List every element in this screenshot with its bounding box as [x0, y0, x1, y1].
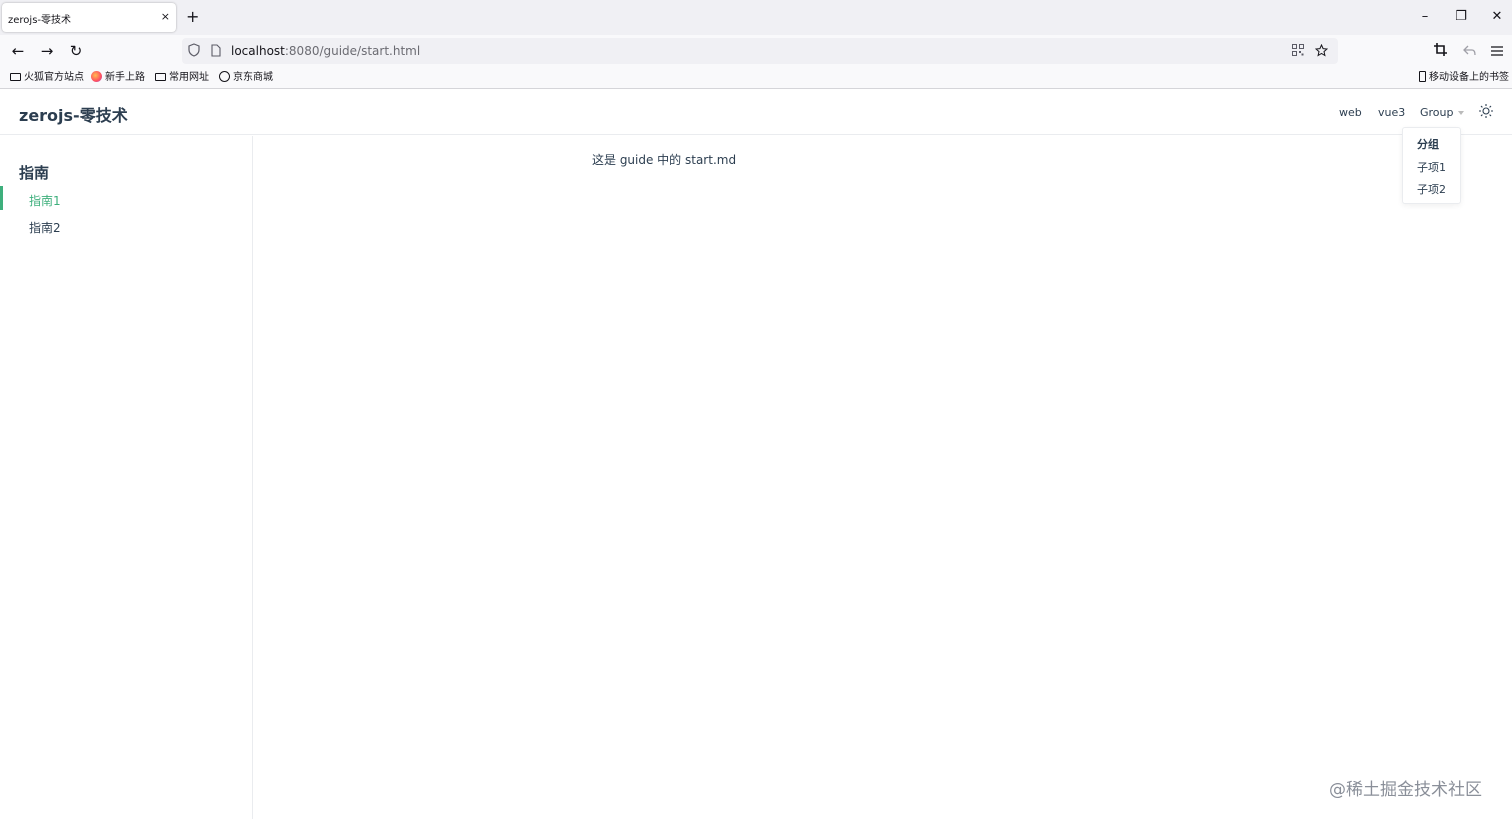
url-path: :8080/guide/start.html	[284, 44, 421, 58]
nav-link-web[interactable]: web	[1339, 106, 1362, 119]
url-host: localhost	[231, 44, 285, 58]
undo-icon[interactable]	[1459, 41, 1479, 61]
forward-icon[interactable]: →	[37, 41, 57, 61]
url-bar[interactable]: localhost:8080/guide/start.html	[182, 38, 1338, 64]
minimize-icon[interactable]: –	[1415, 7, 1435, 27]
site-header: zerojs-零技术 web vue3 Group	[0, 90, 1512, 135]
watermark: @稀土掘金技术社区	[1329, 780, 1482, 800]
browser-nav-bar: ← → ↻ localhost:8080/guide/start.html	[0, 35, 1512, 67]
restore-icon[interactable]: ❐	[1451, 7, 1471, 27]
folder-icon	[155, 73, 166, 81]
dropdown-heading: 分组	[1417, 138, 1439, 151]
sun-icon[interactable]	[1476, 102, 1496, 122]
bookmark-star-icon[interactable]	[1313, 42, 1329, 60]
bookmark-item[interactable]: 新手上路	[91, 70, 145, 86]
bookmark-item[interactable]: 火狐官方站点	[10, 70, 84, 86]
nav-dropdown-group[interactable]: Group	[1420, 106, 1464, 119]
bookmark-item[interactable]: 京东商城	[219, 70, 273, 86]
site-title[interactable]: zerojs-零技术	[19, 102, 128, 126]
bookmark-label: 常用网址	[169, 72, 209, 83]
back-icon[interactable]: ←	[8, 41, 28, 61]
url-text[interactable]: localhost:8080/guide/start.html	[231, 44, 420, 58]
tab-title: zerojs-零技术	[8, 15, 72, 26]
new-tab-icon[interactable]: +	[186, 8, 199, 26]
browser-tab[interactable]: zerojs-零技术 ×	[2, 3, 176, 32]
sidebar-item-guide1[interactable]: 指南1	[29, 192, 61, 209]
tab-close-icon[interactable]: ×	[161, 10, 170, 24]
dropdown-item-2[interactable]: 子项2	[1417, 181, 1446, 197]
page-icon[interactable]	[208, 42, 224, 60]
sidebar-item-guide2[interactable]: 指南2	[29, 219, 61, 236]
crop-screenshot-icon[interactable]	[1430, 41, 1450, 61]
bookmark-label: 京东商城	[233, 72, 273, 83]
browser-tab-bar: zerojs-零技术 × + – ❐ ✕	[0, 0, 1512, 35]
sidebar: 指南 指南1 指南2	[0, 136, 253, 819]
bookmark-item[interactable]: 常用网址	[155, 70, 209, 86]
firefox-icon	[91, 71, 102, 82]
shield-icon[interactable]	[186, 42, 202, 60]
folder-icon	[10, 73, 21, 81]
mobile-phone-icon	[1419, 71, 1426, 82]
nav-group-label: Group	[1420, 106, 1454, 119]
mobile-bookmarks-label: 移动设备上的书签	[1429, 72, 1509, 83]
globe-icon	[219, 71, 230, 82]
mobile-bookmarks[interactable]: 移动设备上的书签	[1419, 70, 1509, 86]
menu-icon[interactable]	[1487, 41, 1507, 61]
bookmarks-toolbar: 火狐官方站点 新手上路 常用网址 京东商城 移动设备上的书签	[0, 67, 1512, 89]
reload-icon[interactable]: ↻	[66, 41, 86, 61]
bookmark-label: 新手上路	[105, 72, 145, 83]
bookmark-label: 火狐官方站点	[24, 72, 84, 83]
active-indicator	[0, 186, 3, 210]
window-close-icon[interactable]: ✕	[1487, 7, 1507, 27]
page-content-text: 这是 guide 中的 start.md	[592, 153, 737, 167]
nav-link-vue3[interactable]: vue3	[1378, 106, 1405, 119]
dropdown-item-1[interactable]: 子项1	[1417, 159, 1446, 175]
sidebar-heading: 指南	[19, 164, 50, 182]
group-dropdown-menu: 分组 子项1 子项2	[1402, 127, 1461, 204]
qr-code-icon[interactable]	[1290, 42, 1306, 60]
caret-down-icon	[1457, 111, 1464, 115]
